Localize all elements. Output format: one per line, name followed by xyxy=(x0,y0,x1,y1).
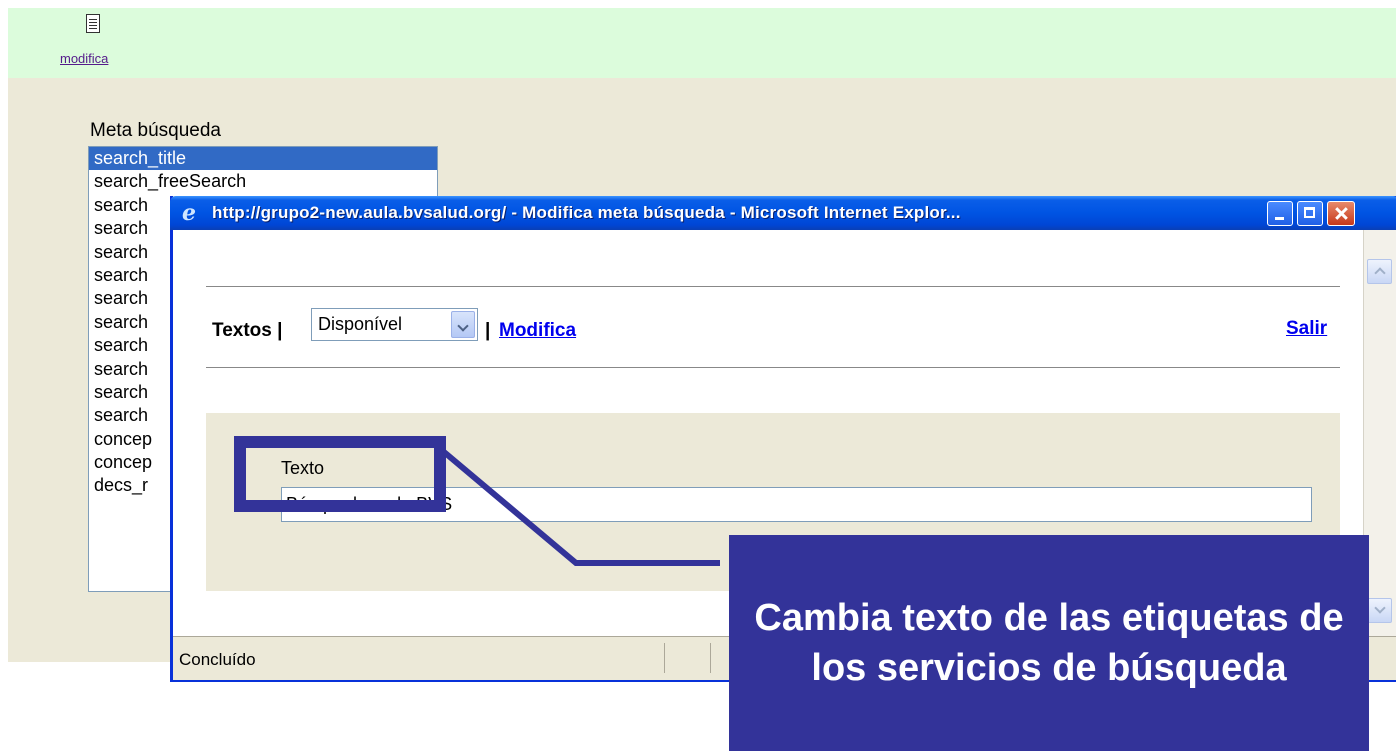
window-title: http://grupo2-new.aula.bvsalud.org/ - Mo… xyxy=(212,203,961,222)
highlight-box xyxy=(234,436,446,512)
status-divider xyxy=(710,643,711,673)
internet-explorer-icon: e xyxy=(182,200,196,226)
maximize-button[interactable] xyxy=(1297,201,1323,226)
callout-text: Cambia texto de las etiquetas de los ser… xyxy=(754,597,1344,689)
window-titlebar[interactable]: e http://grupo2-new.aula.bvsalud.org/ - … xyxy=(170,196,1396,230)
divider xyxy=(206,286,1340,287)
chevron-down-icon[interactable] xyxy=(451,311,475,338)
status-select[interactable]: Disponível xyxy=(311,308,478,341)
scroll-up-button[interactable] xyxy=(1367,259,1392,284)
modifica-nav-link[interactable]: Modifica xyxy=(499,320,576,342)
divider xyxy=(206,367,1340,368)
status-divider xyxy=(664,643,665,673)
nav-separator: | xyxy=(485,320,491,341)
modifica-link[interactable]: modifica xyxy=(60,51,108,66)
document-icon[interactable] xyxy=(86,14,100,33)
minimize-button[interactable] xyxy=(1267,201,1293,226)
status-text: Concluído xyxy=(179,650,256,669)
annotation-callout: Cambia texto de las etiquetas de los ser… xyxy=(729,535,1369,751)
close-button[interactable] xyxy=(1327,201,1355,226)
list-item[interactable]: search_title xyxy=(89,147,437,171)
textos-label: Textos | xyxy=(212,320,283,341)
list-item[interactable]: search_freeSearch xyxy=(89,170,437,193)
meta-busqueda-label: Meta búsqueda xyxy=(90,120,221,141)
select-value: Disponível xyxy=(318,314,403,334)
salir-link[interactable]: Salir xyxy=(1286,318,1327,340)
scroll-down-button[interactable] xyxy=(1367,598,1392,623)
top-strip xyxy=(8,8,1396,78)
